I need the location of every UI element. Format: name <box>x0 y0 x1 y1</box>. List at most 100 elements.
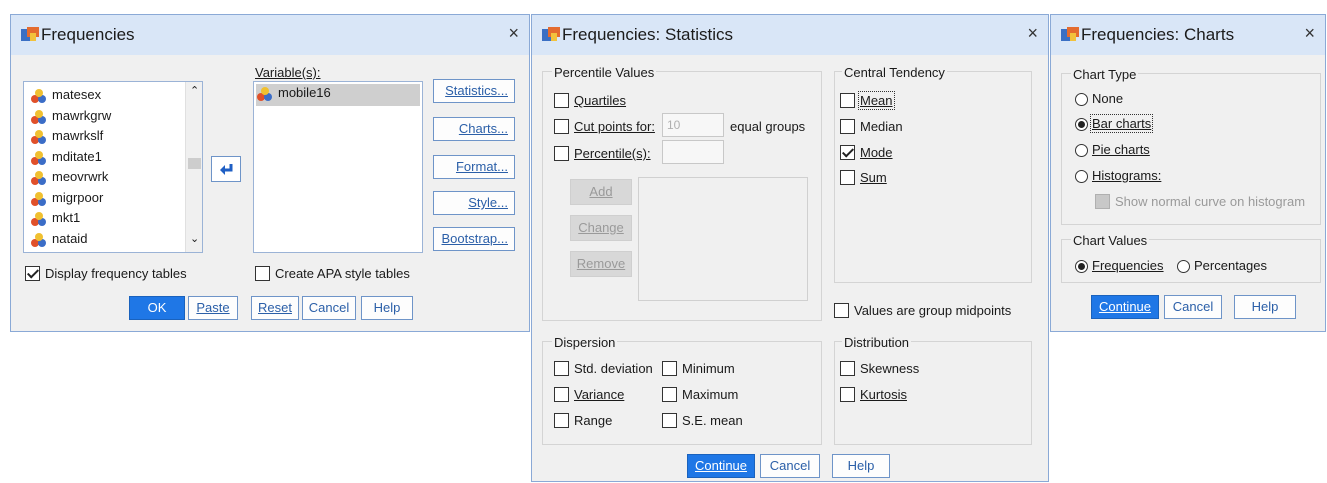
list-item-label: mkt1 <box>52 210 81 225</box>
percentages-label: Percentages <box>1194 258 1267 273</box>
close-icon[interactable]: × <box>1027 23 1038 44</box>
median-label: Median <box>860 119 903 134</box>
mean-checkbox[interactable] <box>840 93 855 108</box>
list-item[interactable]: mditate1 <box>30 148 180 168</box>
scale-variable-icon <box>31 171 46 185</box>
display-frequency-checkbox[interactable] <box>25 266 40 281</box>
scale-variable-icon <box>31 109 46 124</box>
variance-checkbox[interactable] <box>554 387 569 402</box>
std-deviation-checkbox[interactable] <box>554 361 569 376</box>
statistics-dialog: Frequencies: Statistics × Percentile Val… <box>531 14 1049 482</box>
source-variable-list[interactable]: matesex mawrkgrw mawrkslf mditate1 meovrwrk m… <box>23 81 203 253</box>
app-icon <box>21 27 39 41</box>
list-item[interactable]: mawrkslf <box>30 127 180 147</box>
pie-charts-radio[interactable] <box>1075 144 1088 157</box>
create-apa-checkbox[interactable] <box>255 266 270 281</box>
list-item[interactable]: meovrwrk <box>30 168 180 188</box>
range-checkbox[interactable] <box>554 413 569 428</box>
frequencies-dialog: Frequencies × matesex mawrkgrw mawrkslf mdi… <box>10 14 530 332</box>
histograms-radio[interactable] <box>1075 170 1088 183</box>
ok-button[interactable]: OK <box>129 296 185 320</box>
dispersion-title: Dispersion <box>552 335 618 350</box>
histograms-label: Histograms: <box>1092 168 1162 183</box>
cancel-button[interactable]: Cancel <box>760 454 820 478</box>
continue-button[interactable]: Continue <box>687 454 755 478</box>
skewness-checkbox[interactable] <box>840 361 855 376</box>
scale-variable-icon <box>31 232 46 247</box>
charts-button[interactable]: Charts... <box>433 117 515 141</box>
style-button[interactable]: Style... <box>433 191 515 215</box>
percentile-list[interactable] <box>638 177 808 301</box>
statistics-button[interactable]: Statistics... <box>433 79 515 103</box>
scale-variable-icon <box>257 87 272 101</box>
help-button[interactable]: Help <box>1234 295 1296 319</box>
target-variable-list[interactable]: mobile16 <box>253 81 423 253</box>
show-normal-checkbox[interactable] <box>1095 194 1110 209</box>
close-icon[interactable]: × <box>508 23 519 44</box>
statistics-title: Frequencies: Statistics <box>562 25 734 44</box>
scale-variable-icon <box>31 191 46 206</box>
list-item[interactable]: matesex <box>30 86 180 106</box>
kurtosis-label: Kurtosis <box>860 387 907 402</box>
chart-type-title: Chart Type <box>1071 67 1139 82</box>
frequencies-label: Frequencies <box>1092 258 1164 273</box>
sum-label: Sum <box>860 170 887 185</box>
sum-checkbox[interactable] <box>840 170 855 185</box>
list-item[interactable]: nataid <box>30 230 180 250</box>
scroll-thumb[interactable] <box>188 158 201 169</box>
statistics-titlebar[interactable]: Frequencies: Statistics × <box>532 15 1048 55</box>
cut-points-checkbox[interactable] <box>554 119 569 134</box>
chevron-down-icon[interactable]: ⌄ <box>190 232 199 245</box>
change-button[interactable]: Change <box>570 215 632 241</box>
bar-charts-radio[interactable] <box>1075 118 1088 131</box>
continue-button[interactable]: Continue <box>1091 295 1159 319</box>
format-button[interactable]: Format... <box>433 155 515 179</box>
maximum-checkbox[interactable] <box>662 387 677 402</box>
none-radio[interactable] <box>1075 93 1088 106</box>
chart-values-title: Chart Values <box>1071 233 1150 248</box>
quartiles-label: Quartiles <box>574 93 627 108</box>
remove-button[interactable]: Remove <box>570 251 632 277</box>
mode-label: Mode <box>860 145 893 160</box>
display-frequency-label: Display frequency tables <box>45 266 187 281</box>
add-button[interactable]: Add <box>570 179 632 205</box>
se-mean-checkbox[interactable] <box>662 413 677 428</box>
reset-button[interactable]: Reset <box>251 296 299 320</box>
cancel-button[interactable]: Cancel <box>302 296 356 320</box>
scale-variable-icon <box>31 212 46 226</box>
cut-points-input[interactable]: 10 <box>662 113 724 137</box>
close-icon[interactable]: × <box>1304 23 1315 44</box>
percentages-radio[interactable] <box>1177 260 1190 273</box>
bar-charts-label: Bar charts <box>1089 114 1154 133</box>
kurtosis-checkbox[interactable] <box>840 387 855 402</box>
list-item[interactable]: mobile16 <box>256 84 420 106</box>
variables-label: Variable(s): <box>255 65 321 80</box>
move-variable-button[interactable] <box>211 156 241 182</box>
paste-button[interactable]: Paste <box>188 296 238 320</box>
se-mean-label: S.E. mean <box>682 413 743 428</box>
frequencies-radio[interactable] <box>1075 260 1088 273</box>
bootstrap-button[interactable]: Bootstrap... <box>433 227 515 251</box>
cancel-button[interactable]: Cancel <box>1164 295 1222 319</box>
median-checkbox[interactable] <box>840 119 855 134</box>
chevron-up-icon[interactable]: ⌃ <box>190 84 199 97</box>
charts-titlebar[interactable]: Frequencies: Charts × <box>1051 15 1325 55</box>
source-list-scrollbar[interactable]: ⌃ ⌄ <box>185 82 202 252</box>
help-button[interactable]: Help <box>361 296 413 320</box>
quartiles-checkbox[interactable] <box>554 93 569 108</box>
minimum-label: Minimum <box>682 361 735 376</box>
list-item[interactable]: mkt1 <box>30 209 180 229</box>
charts-title: Frequencies: Charts <box>1081 25 1235 44</box>
list-item-label: mditate1 <box>52 148 102 164</box>
minimum-checkbox[interactable] <box>662 361 677 376</box>
distribution-title: Distribution <box>842 335 912 350</box>
list-item[interactable]: mawrkgrw <box>30 107 180 127</box>
list-item[interactable]: migrpoor <box>30 189 180 209</box>
mode-checkbox[interactable] <box>840 145 855 160</box>
percentiles-input[interactable] <box>662 140 724 164</box>
central-tendency-title: Central Tendency <box>842 65 947 80</box>
help-button[interactable]: Help <box>832 454 890 478</box>
group-midpoints-checkbox[interactable] <box>834 303 849 318</box>
percentiles-checkbox[interactable] <box>554 146 569 161</box>
frequencies-titlebar[interactable]: Frequencies × <box>11 15 529 55</box>
